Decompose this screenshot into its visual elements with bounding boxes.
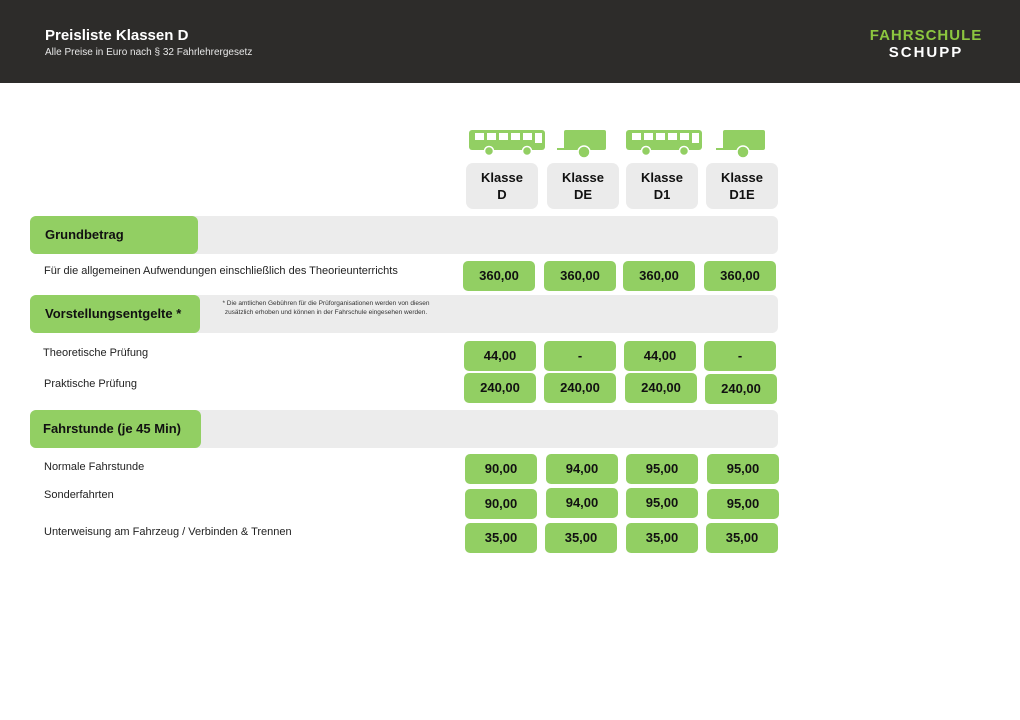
price-cell: 35,00 [626, 523, 698, 553]
price-cell: 360,00 [463, 261, 535, 291]
bus-icon [469, 130, 545, 157]
column-header-class: D1 [653, 187, 671, 202]
bus-icon [626, 130, 702, 157]
price-cell: 240,00 [705, 374, 777, 404]
column-header-de: Klasse DE [547, 163, 619, 209]
price-cell: 44,00 [624, 341, 696, 371]
price-cell: 95,00 [626, 488, 698, 518]
column-header-class: D1E [729, 187, 755, 202]
column-header-d1e: Klasse D1E [706, 163, 778, 209]
column-header-d: Klasse D [466, 163, 538, 209]
logo-line1: FAHRSCHULE [869, 27, 983, 44]
page-subtitle: Alle Preise in Euro nach § 32 Fahrlehrer… [45, 47, 253, 58]
trailer-icon [716, 130, 765, 159]
price-cell: 360,00 [704, 261, 776, 291]
column-header-label: Klasse [721, 170, 763, 185]
section-title-grundbetrag: Grundbetrag [30, 216, 198, 254]
page-header: Preisliste Klassen D Alle Preise in Euro… [0, 0, 1020, 83]
price-cell: 240,00 [464, 373, 536, 403]
row-label: Für die allgemeinen Aufwendungen einschl… [44, 265, 398, 277]
row-label: Sonderfahrten [44, 489, 114, 501]
price-cell: 94,00 [546, 454, 618, 484]
column-header-label: Klasse [562, 170, 604, 185]
price-cell: 44,00 [464, 341, 536, 371]
price-cell: 35,00 [465, 523, 537, 553]
section-title-vorstellung: Vorstellungsentgelte * [30, 295, 200, 333]
trailer-icon [557, 130, 606, 159]
column-header-d1: Klasse D1 [626, 163, 698, 209]
section-title-fahrstunde: Fahrstunde (je 45 Min) [30, 410, 201, 448]
row-label: Theoretische Prüfung [43, 347, 149, 359]
logo-line2: SCHUPP [888, 44, 964, 61]
price-cell: 240,00 [544, 373, 616, 403]
price-cell: 35,00 [545, 523, 617, 553]
price-cell: 35,00 [706, 523, 778, 553]
row-label: Normale Fahrstunde [44, 461, 145, 473]
price-cell: 360,00 [623, 261, 695, 291]
price-cell: - [544, 341, 616, 371]
price-cell: 90,00 [465, 454, 537, 484]
price-cell: 95,00 [707, 454, 779, 484]
row-label: Praktische Prüfung [44, 378, 137, 390]
logo: FAHRSCHULE SCHUPP [860, 27, 992, 61]
column-header-class: D [497, 187, 507, 202]
column-header-label: Klasse [641, 170, 683, 185]
column-header-label: Klasse [481, 170, 523, 185]
price-cell: 360,00 [544, 261, 616, 291]
price-cell: 94,00 [546, 488, 618, 518]
page-title: Preisliste Klassen D [45, 27, 189, 44]
column-header-class: DE [573, 187, 593, 202]
price-cell: 95,00 [626, 454, 698, 484]
fee-footnote: * Die amtlichen Gebühren für die Prüforg… [222, 300, 430, 316]
price-cell: 240,00 [625, 373, 697, 403]
price-cell: 90,00 [465, 489, 537, 519]
row-label: Unterweisung am Fahrzeug / Verbinden & T… [44, 526, 292, 538]
price-cell: - [704, 341, 776, 371]
price-cell: 95,00 [707, 489, 779, 519]
